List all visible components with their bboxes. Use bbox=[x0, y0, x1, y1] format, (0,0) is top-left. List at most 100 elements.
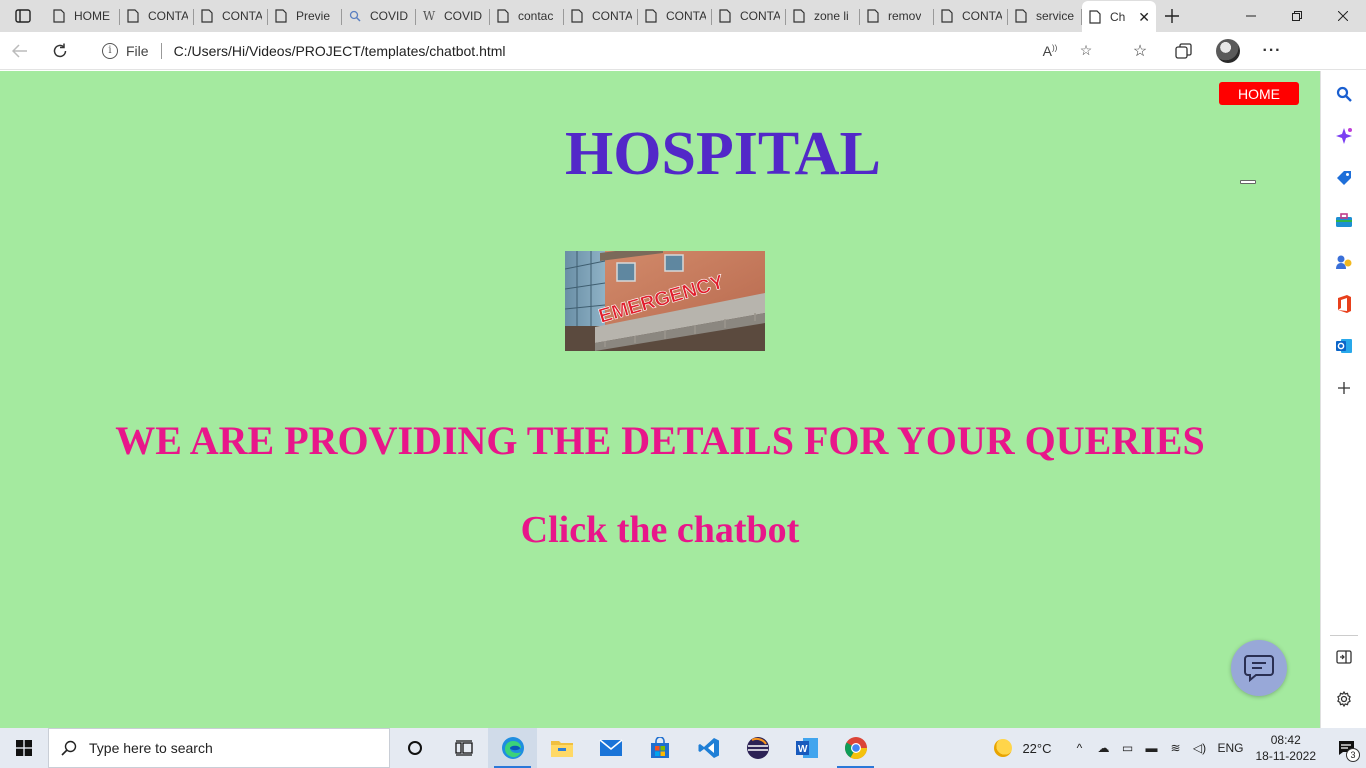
address-bar[interactable]: i File C:/Users/Hi/Videos/PROJECT/templa… bbox=[88, 35, 1118, 66]
page-icon bbox=[718, 9, 732, 23]
close-window-button[interactable] bbox=[1320, 0, 1366, 32]
windows-logo-icon bbox=[16, 740, 32, 756]
avatar bbox=[1216, 38, 1240, 63]
mail-button[interactable] bbox=[586, 728, 635, 768]
back-button[interactable] bbox=[0, 32, 40, 70]
sidebar-add-button[interactable] bbox=[1321, 367, 1366, 409]
weather-sun-icon bbox=[994, 739, 1013, 757]
volume-icon[interactable]: ◁) bbox=[1187, 741, 1211, 755]
store-button[interactable] bbox=[635, 728, 684, 768]
tab-label: service bbox=[1036, 9, 1075, 23]
store-icon bbox=[650, 737, 669, 758]
sidebar-shopping-button[interactable] bbox=[1321, 157, 1366, 199]
collections-button[interactable] bbox=[1162, 32, 1206, 70]
address-separator bbox=[160, 42, 162, 59]
battery-icon[interactable]: ▬ bbox=[1139, 741, 1163, 755]
tab-10[interactable]: zone li bbox=[786, 1, 860, 31]
tab-strip: HOME CONTA CONTA Previe COVID W COVID contac CON… bbox=[0, 0, 1366, 33]
tab-actions-button[interactable] bbox=[0, 0, 46, 32]
cortana-button[interactable] bbox=[390, 728, 439, 768]
start-button[interactable] bbox=[0, 728, 48, 768]
onedrive-icon[interactable]: ☁ bbox=[1091, 741, 1115, 755]
chrome-button[interactable] bbox=[831, 728, 880, 768]
favorites-button[interactable]: ☆ bbox=[1118, 32, 1162, 70]
page-icon bbox=[644, 9, 658, 23]
page-icon bbox=[1088, 10, 1102, 24]
tab-label: Previe bbox=[296, 9, 331, 23]
copilot-icon bbox=[1336, 128, 1352, 144]
tab-11[interactable]: remov bbox=[860, 1, 934, 31]
clock[interactable]: 08:42 18-11-2022 bbox=[1256, 732, 1317, 764]
browser-toolbar: i File C:/Users/Hi/Videos/PROJECT/templa… bbox=[0, 32, 1366, 70]
taskbar-search-box[interactable]: Type here to search bbox=[48, 728, 390, 768]
minimize-window-button[interactable] bbox=[1228, 0, 1274, 32]
info-icon[interactable]: i bbox=[102, 42, 118, 59]
tab-3[interactable]: Previe bbox=[268, 1, 342, 31]
refresh-button[interactable] bbox=[40, 32, 80, 70]
edge-sidebar bbox=[1320, 71, 1366, 728]
refresh-icon bbox=[53, 43, 67, 57]
minimize-icon[interactable] bbox=[1240, 180, 1256, 184]
tab-actions-icon bbox=[15, 9, 31, 23]
sidebar-office-button[interactable] bbox=[1321, 283, 1366, 325]
settings-icon bbox=[1337, 691, 1351, 707]
weather-widget[interactable]: 22°C bbox=[994, 739, 1051, 757]
vscode-button[interactable] bbox=[684, 728, 733, 768]
url-text[interactable]: C:/Users/Hi/Videos/PROJECT/templates/cha… bbox=[174, 43, 1032, 59]
tab-5[interactable]: W COVID bbox=[416, 1, 490, 31]
sidebar-split-screen-button[interactable] bbox=[1321, 636, 1366, 678]
edge-taskbar-button[interactable] bbox=[488, 728, 537, 768]
new-tab-button[interactable] bbox=[1156, 0, 1188, 32]
wifi-icon[interactable]: ≋ bbox=[1163, 741, 1187, 755]
sidebar-tools-button[interactable] bbox=[1321, 199, 1366, 241]
games-icon bbox=[1336, 255, 1352, 269]
sidebar-outlook-button[interactable] bbox=[1321, 325, 1366, 367]
tab-12[interactable]: CONTA bbox=[934, 1, 1008, 31]
tab-6[interactable]: contac bbox=[490, 1, 564, 31]
tab-9[interactable]: CONTA bbox=[712, 1, 786, 31]
chrome-icon bbox=[844, 737, 867, 759]
tab-label: COVID bbox=[444, 9, 483, 23]
page-icon bbox=[792, 9, 806, 23]
word-button[interactable]: W bbox=[782, 728, 831, 768]
tab-8[interactable]: CONTA bbox=[638, 1, 712, 31]
chatbot-launcher-button[interactable] bbox=[1231, 640, 1287, 696]
sidebar-settings-button[interactable] bbox=[1321, 678, 1366, 720]
tab-label: Ch bbox=[1110, 10, 1126, 24]
add-favorite-icon[interactable]: ☆ bbox=[1068, 42, 1104, 59]
chat-icon bbox=[1244, 655, 1274, 682]
tools-icon bbox=[1336, 213, 1352, 227]
tab-2[interactable]: CONTA bbox=[194, 1, 268, 31]
notification-center-button[interactable]: 3 bbox=[1326, 728, 1366, 768]
chevron-up-icon[interactable]: ^ bbox=[1067, 741, 1091, 755]
tab-label: CONTA bbox=[222, 9, 262, 23]
device-icon[interactable]: ▭ bbox=[1115, 741, 1139, 755]
tab-label: CONTA bbox=[666, 9, 706, 23]
profile-button[interactable] bbox=[1206, 32, 1250, 70]
tab-13[interactable]: service bbox=[1008, 1, 1082, 31]
close-tab-icon[interactable]: ✕ bbox=[1138, 9, 1150, 26]
svg-text:W: W bbox=[798, 744, 808, 755]
tab-1[interactable]: CONTA bbox=[120, 1, 194, 31]
page-icon bbox=[496, 9, 510, 23]
tab-label: COVID bbox=[370, 9, 409, 23]
more-options-button[interactable]: ··· bbox=[1250, 32, 1294, 70]
tab-7[interactable]: CONTA bbox=[564, 1, 638, 31]
file-explorer-button[interactable] bbox=[537, 728, 586, 768]
emergency-image: EMERGENCY bbox=[565, 251, 765, 351]
page-title: HOSPITAL bbox=[565, 120, 881, 188]
tab-active[interactable]: Ch ✕ bbox=[1082, 1, 1156, 33]
cortana-icon bbox=[407, 741, 422, 755]
task-view-button[interactable] bbox=[439, 728, 488, 768]
eclipse-button[interactable] bbox=[733, 728, 782, 768]
home-button[interactable]: HOME bbox=[1219, 82, 1299, 105]
language-indicator[interactable]: ENG bbox=[1217, 741, 1243, 755]
tab-0[interactable]: HOME bbox=[46, 1, 120, 31]
system-tray: 22°C ^ ☁ ▭ ▬ ≋ ◁) ENG 08:42 18-11-2022 3 bbox=[994, 728, 1366, 768]
sidebar-games-button[interactable] bbox=[1321, 241, 1366, 283]
sidebar-search-button[interactable] bbox=[1321, 73, 1366, 115]
read-aloud-icon[interactable]: A)) bbox=[1032, 43, 1068, 59]
sidebar-copilot-button[interactable] bbox=[1321, 115, 1366, 157]
restore-window-button[interactable] bbox=[1274, 0, 1320, 32]
tab-4[interactable]: COVID bbox=[342, 1, 416, 31]
